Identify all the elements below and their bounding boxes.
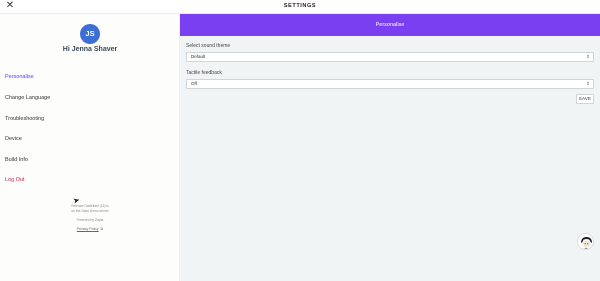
sidebar: JS Hi Jenna Shaver Personalise Change La…: [0, 14, 180, 281]
main-content: Personalise Select sound theme Default ⇕…: [180, 14, 600, 281]
save-button[interactable]: SAVE: [576, 94, 594, 104]
nav-item-device[interactable]: Device: [5, 136, 22, 142]
nav-item-change-language[interactable]: Change Language: [5, 95, 50, 101]
tactile-feedback-select[interactable]: Off ⇕: [186, 79, 594, 89]
nav-item-troubleshooting[interactable]: Troubleshooting: [5, 116, 44, 122]
nav-item-log-out[interactable]: Log Out: [5, 177, 25, 183]
release-info-line2: on the Saas Demo server: [71, 209, 109, 213]
release-info-line1: Release Castellani (13) is: [71, 204, 109, 208]
top-bar: ✕ SETTINGS: [0, 0, 600, 14]
chat-assistant-icon[interactable]: [577, 233, 594, 250]
privacy-policy: Privacy Policy ⧉: [0, 227, 180, 231]
chevron-updown-icon: ⇕: [586, 81, 590, 86]
sound-theme-value: Default: [191, 54, 206, 59]
tactile-feedback-value: Off: [191, 81, 197, 86]
chevron-updown-icon: ⇕: [586, 54, 590, 59]
page-title: SETTINGS: [283, 3, 317, 9]
sound-theme-select[interactable]: Default ⇕: [186, 52, 594, 62]
privacy-policy-link[interactable]: Privacy Policy: [77, 227, 99, 231]
nav-item-build-info[interactable]: Build Info: [5, 157, 28, 163]
avatar: JS: [80, 24, 100, 44]
sound-theme-label: Select sound theme: [186, 43, 231, 49]
greeting: Hi Jenna Shaver: [62, 46, 118, 53]
section-title: Personalise: [375, 22, 405, 28]
external-link-icon: ⧉: [100, 227, 104, 231]
section-header: Personalise: [180, 14, 600, 36]
powered-by-text: Powered by Zapta: [76, 218, 104, 222]
tactile-feedback-label: Tactile feedback: [186, 70, 222, 76]
nav-item-personalise[interactable]: Personalise: [5, 74, 34, 80]
